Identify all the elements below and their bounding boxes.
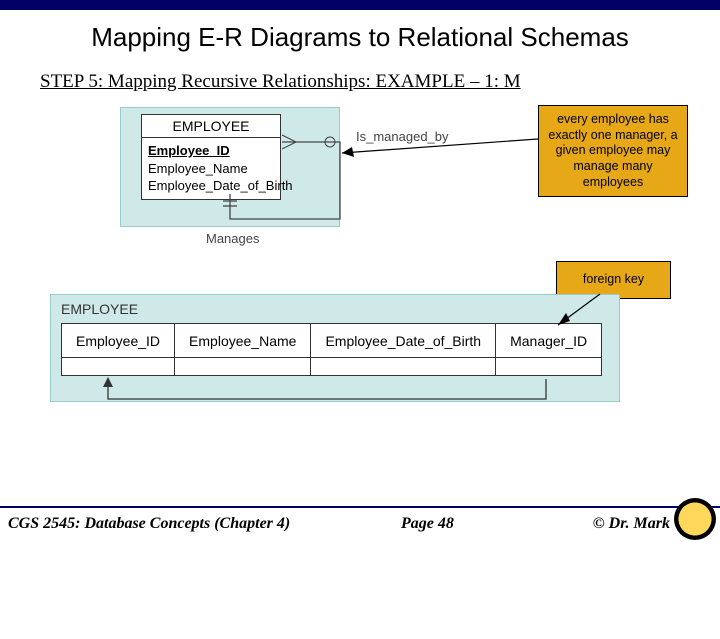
er-diagram-panel: EMPLOYEE Employee_ID Employee_Name Emplo… xyxy=(120,107,340,227)
callout-foreign-key: foreign key xyxy=(556,261,671,299)
col-header: Employee_Name xyxy=(175,324,311,358)
er-attr: Employee_Name xyxy=(148,160,274,178)
er-entity-name: EMPLOYEE xyxy=(142,115,280,138)
relation-name: EMPLOYEE xyxy=(61,301,138,317)
top-accent-bar xyxy=(0,0,720,10)
footer-course: CGS 2545: Database Concepts (Chapter 4) xyxy=(8,515,290,533)
footer-page: Page 48 xyxy=(262,515,592,533)
cell xyxy=(311,358,496,376)
relation-table: Employee_ID Employee_Name Employee_Date_… xyxy=(61,323,602,376)
footer-bar: CGS 2545: Database Concepts (Chapter 4) … xyxy=(0,506,720,540)
er-entity-box: EMPLOYEE Employee_ID Employee_Name Emplo… xyxy=(141,114,281,200)
relationship-label-right: Is_managed_by xyxy=(356,129,449,144)
table-row xyxy=(62,358,602,376)
step-heading: STEP 5: Mapping Recursive Relationships:… xyxy=(40,71,720,93)
er-attribute-list: Employee_ID Employee_Name Employee_Date_… xyxy=(142,138,280,199)
er-attr-pk: Employee_ID xyxy=(148,142,274,160)
table-row: Employee_ID Employee_Name Employee_Date_… xyxy=(62,324,602,358)
col-header: Employee_Date_of_Birth xyxy=(311,324,496,358)
ucf-logo-icon xyxy=(674,498,716,540)
relational-schema-panel: EMPLOYEE Employee_ID Employee_Name Emplo… xyxy=(50,294,620,402)
slide-title: Mapping E-R Diagrams to Relational Schem… xyxy=(0,22,720,53)
col-header: Employee_ID xyxy=(62,324,175,358)
callout-cardinality: every employee has exactly one manager, … xyxy=(538,105,688,197)
relationship-label-bottom: Manages xyxy=(206,231,259,246)
col-header: Manager_ID xyxy=(496,324,602,358)
cell xyxy=(175,358,311,376)
diagram-area: EMPLOYEE Employee_ID Employee_Name Emplo… xyxy=(0,99,720,489)
cell xyxy=(496,358,602,376)
er-attr: Employee_Date_of_Birth xyxy=(148,177,274,195)
footer-author: © Dr. Mark xyxy=(593,515,670,533)
cell xyxy=(62,358,175,376)
